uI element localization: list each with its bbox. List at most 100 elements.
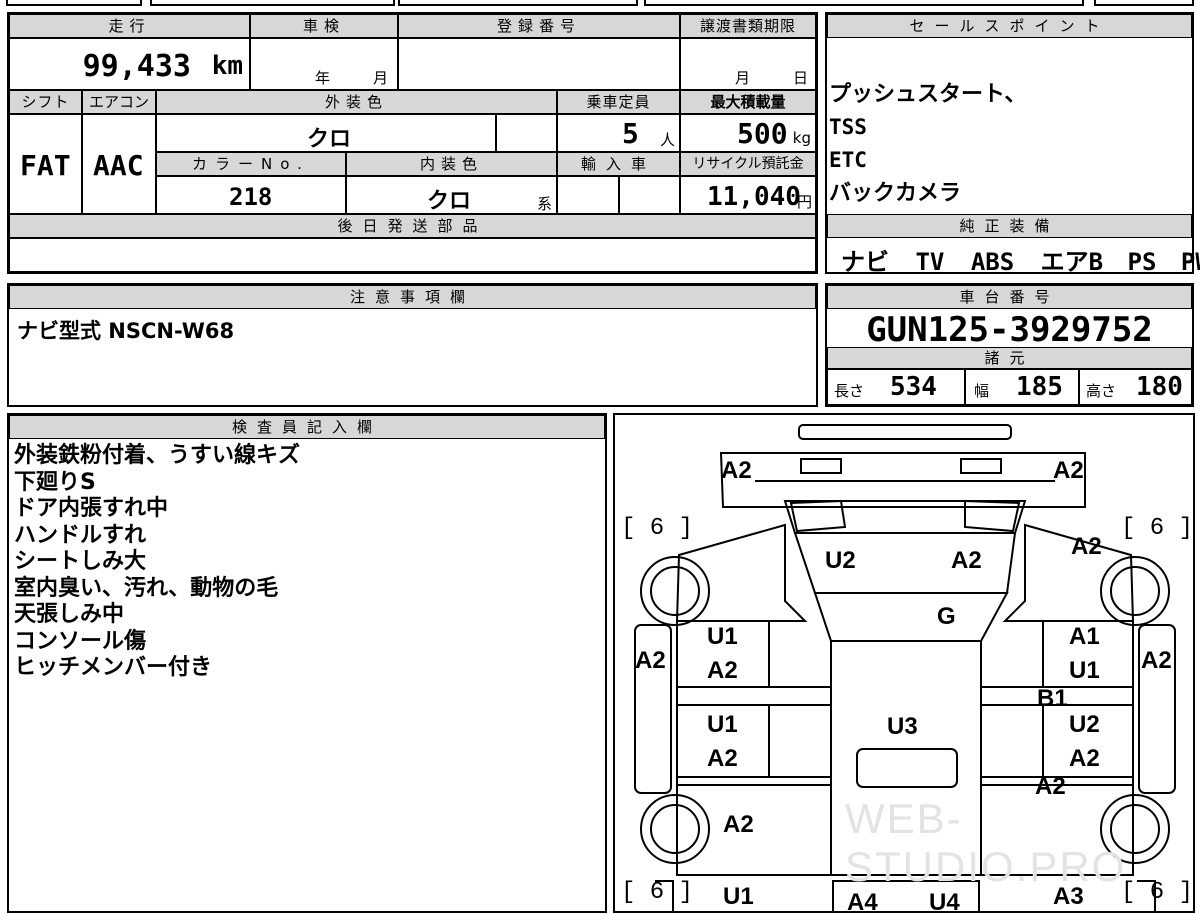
damage-mark: A2 (707, 745, 738, 772)
spec-length-cell: 長さ 534 (827, 369, 965, 405)
caution-text: ナビ型式 NSCN-W68 (17, 319, 235, 343)
interior-color-value: クロ (427, 189, 472, 214)
spec-width-value: 185 (1016, 372, 1063, 402)
equipment-item: PW (1180, 248, 1200, 276)
inspector-note: ヒッチメンバー付き (14, 655, 213, 680)
color-no-header: カラーNo. (156, 152, 346, 176)
damage-mark: U1 (723, 883, 754, 910)
inspector-header: 検査員記入欄 (9, 415, 605, 439)
interior-color-suffix: 系 (536, 195, 552, 213)
equipment-item: ABS (970, 248, 1015, 276)
inspection-year-unit: 年 (315, 69, 331, 87)
damage-mark: A2 (1071, 533, 1102, 560)
exterior-color-value: クロ (307, 127, 352, 152)
max-load-unit: kg (792, 129, 811, 147)
spec-length-value: 534 (890, 372, 937, 402)
damage-mark: A2 (721, 457, 752, 484)
tire-bracket: [ 6 ] (621, 879, 694, 906)
damage-mark: U1 (707, 623, 738, 650)
damage-mark: U2 (1069, 711, 1100, 738)
later-parts-header: 後日発送部品 (9, 214, 816, 238)
inspector-box: 検査員記入欄 外装鉄粉付着、うすい線キズ 下廻りS ドア内張すれ中 ハンドルすれ… (7, 413, 607, 913)
damage-mark: A2 (635, 647, 666, 674)
damage-mark: U4 (929, 889, 960, 913)
sales-point-item: TSS (829, 115, 867, 139)
chassis-header: 車台番号 (827, 285, 1192, 309)
damage-mark: A2 (1035, 773, 1066, 800)
inspector-note: 下廻りS (14, 469, 96, 495)
spec-width-label: 幅 (974, 382, 990, 400)
exterior-color-header: 外装色 (156, 90, 557, 114)
damage-mark: A1 (1069, 623, 1100, 650)
damage-mark: U1 (1069, 657, 1100, 684)
inspector-note: 外装鉄粉付着、うすい線キズ (14, 443, 301, 468)
tire-bracket: [ 6 ] (621, 515, 694, 542)
spec-height-cell: 高さ 180 (1079, 369, 1192, 405)
chassis-box: 車台番号 GUN125-3929752 諸元 長さ 534 幅 185 高さ 1… (825, 283, 1194, 407)
inspection-cell: 年 月 (250, 38, 398, 90)
import-cell-a (557, 176, 619, 214)
mileage-cell: 99,433 km (9, 38, 250, 90)
max-load-header: 最大積載量 (680, 90, 816, 114)
sales-point-item: バックカメラ (829, 181, 962, 206)
capacity-value: 5 (622, 117, 639, 150)
damage-mark: G (937, 603, 956, 630)
damage-mark: A2 (951, 547, 982, 574)
max-load-cell: 500 kg (680, 114, 816, 152)
sales-points-header: セールスポイント (827, 14, 1192, 38)
spec-height-value: 180 (1136, 372, 1183, 402)
exterior-color-extra-cell (496, 114, 557, 152)
later-parts-cell (9, 238, 816, 272)
recycle-header: リサイクル預託金 (680, 152, 816, 176)
recycle-value: 11,040 (707, 182, 801, 212)
inspector-note: 室内臭い、汚れ、動物の毛 (14, 575, 279, 601)
deadline-month-unit: 月 (735, 69, 751, 87)
import-header: 輸入車 (557, 152, 680, 176)
transfer-deadline-header: 譲渡書類期限 (680, 14, 816, 38)
genuine-equipment-list: ナビ TV ABS エアB PS PW (841, 242, 1200, 277)
top-strip (0, 0, 1200, 6)
spec-width-cell: 幅 185 (965, 369, 1079, 405)
mileage-value: 99,433 (82, 49, 191, 84)
transfer-deadline-cell: 月 日 (680, 38, 816, 90)
capacity-header: 乗車定員 (557, 90, 680, 114)
inspector-note: ハンドルすれ (14, 522, 147, 548)
inspection-header: 車検 (250, 14, 398, 38)
inspector-note: シートしみ大 (14, 549, 147, 574)
recycle-unit: 円 (796, 193, 812, 211)
chassis-number: GUN125-3929752 (866, 310, 1153, 350)
damage-mark: A2 (723, 811, 754, 838)
damage-mark: A4 (847, 889, 878, 913)
aircon-cell: AAC (82, 114, 156, 214)
deadline-day-unit: 日 (793, 69, 809, 87)
damage-mark: A2 (1053, 457, 1084, 484)
sales-points-list: プッシュスタート、 TSS ETC バックカメラ (829, 78, 1189, 210)
damage-mark: A2 (1141, 647, 1172, 674)
caution-box: 注意事項欄 ナビ型式 NSCN-W68 (7, 283, 818, 407)
equipment-item: TV (915, 248, 945, 276)
inspector-notes: 外装鉄粉付着、うすい線キズ 下廻りS ドア内張すれ中 ハンドルすれ シートしみ大… (14, 443, 604, 682)
specs-header: 諸元 (827, 347, 1192, 369)
equipment-item: PS (1127, 248, 1157, 276)
shift-cell: FAT (9, 114, 82, 214)
exterior-color-cell: クロ (156, 114, 496, 152)
import-cell-b (619, 176, 680, 214)
vehicle-info-table: 走行 車検 登録番号 譲渡書類期限 99,433 km 年 月 月 日 シフト … (7, 12, 818, 274)
inspection-month-unit: 月 (373, 69, 389, 87)
genuine-equipment-header: 純正装備 (827, 214, 1192, 238)
interior-color-cell: クロ 系 (346, 176, 557, 214)
inspector-note: コンソール傷 (14, 628, 147, 654)
mileage-header: 走行 (9, 14, 250, 38)
inspector-note: ドア内張すれ中 (14, 496, 169, 521)
inspector-note: 天張しみ中 (14, 602, 125, 627)
registration-cell (398, 38, 680, 90)
tire-bracket: [ 6 ] (1121, 879, 1194, 906)
aircon-header: エアコン (82, 90, 156, 114)
shift-header: シフト (9, 90, 82, 114)
mileage-unit: km (211, 51, 243, 81)
capacity-cell: 5 人 (557, 114, 680, 152)
color-no-cell: 218 (156, 176, 346, 214)
spec-height-label: 高さ (1086, 382, 1117, 400)
recycle-cell: 11,040 円 (680, 176, 816, 214)
equipment-item: ナビ (841, 248, 889, 276)
